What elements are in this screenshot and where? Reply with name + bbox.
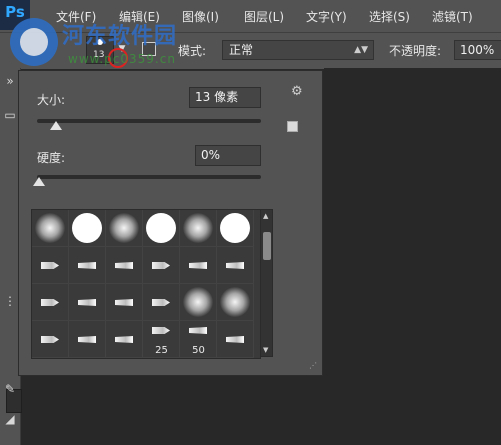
menu-type[interactable]: 文字(Y) — [306, 0, 347, 32]
scroll-thumb[interactable] — [263, 232, 271, 260]
bristle-brush-icon — [115, 336, 133, 343]
brush-preset-item[interactable] — [217, 210, 254, 247]
soft-round-brush-icon — [220, 287, 250, 317]
bristle-brush-icon — [78, 336, 96, 343]
tool-icon[interactable]: ⋮ — [3, 294, 17, 308]
menu-filter[interactable]: 滤镜(T) — [432, 0, 473, 32]
menu-image[interactable]: 图像(I) — [182, 0, 219, 32]
brush-preset-item[interactable] — [106, 210, 143, 247]
hard-round-brush-icon — [146, 213, 176, 243]
brush-preset-item[interactable] — [69, 284, 106, 321]
brush-preset-item[interactable] — [106, 247, 143, 284]
brush-preset-item[interactable] — [69, 321, 106, 358]
brush-preset-item[interactable] — [143, 247, 180, 284]
mode-select[interactable]: 正常 ▲▼ — [222, 40, 374, 60]
menu-layer[interactable]: 图层(L) — [244, 0, 284, 32]
bristle-brush-icon — [41, 262, 59, 269]
bristle-brush-icon — [189, 262, 207, 269]
gear-icon[interactable]: ⚙ — [291, 85, 305, 99]
bristle-brush-icon — [226, 336, 244, 343]
preset-size-label: 50 — [192, 345, 205, 356]
opacity-label: 不透明度: — [389, 44, 442, 58]
bristle-brush-icon — [226, 262, 244, 269]
brush-preset-item[interactable] — [32, 284, 69, 321]
soft-round-brush-icon — [183, 213, 213, 243]
size-field[interactable]: 13 像素 — [189, 87, 261, 108]
scroll-down-icon[interactable]: ▼ — [263, 346, 268, 354]
history-brush-icon[interactable]: ✎ — [3, 382, 17, 396]
brush-preset-item[interactable] — [143, 210, 180, 247]
brush-preset-item[interactable] — [69, 247, 106, 284]
brush-preset-item[interactable] — [217, 321, 254, 358]
brush-preset-item[interactable] — [106, 321, 143, 358]
menu-bar: Ps 文件(F) 编辑(E) 图像(I) 图层(L) 文字(Y) 选择(S) 滤… — [0, 0, 501, 32]
mode-label: 模式: — [178, 44, 207, 58]
brush-preset-item[interactable] — [180, 284, 217, 321]
bristle-brush-icon — [189, 327, 207, 334]
bristle-brush-icon — [152, 299, 170, 306]
size-label: 大小: — [37, 93, 66, 107]
soft-round-brush-icon — [109, 213, 139, 243]
soft-round-brush-icon — [35, 213, 65, 243]
hardness-label: 硬度: — [37, 151, 66, 165]
bristle-brush-icon — [41, 336, 59, 343]
size-slider[interactable] — [37, 119, 261, 123]
hard-round-brush-icon — [220, 213, 250, 243]
brush-panel-icon[interactable] — [142, 42, 156, 56]
hardness-slider[interactable] — [37, 175, 261, 179]
hard-round-brush-icon — [72, 213, 102, 243]
bristle-brush-icon — [115, 299, 133, 306]
document-canvas[interactable] — [324, 68, 501, 445]
hardness-field[interactable]: 0% — [195, 145, 261, 166]
eraser-icon[interactable]: ◢ — [3, 412, 17, 426]
select-arrows-icon: ▲▼ — [354, 45, 368, 55]
highlight-circle — [108, 48, 128, 68]
opacity-field[interactable]: 100% — [454, 40, 501, 60]
resize-grip-icon[interactable]: ⋰ — [309, 361, 319, 371]
preset-scrollbar[interactable]: ▲ ▼ — [260, 209, 273, 357]
menu-edit[interactable]: 编辑(E) — [119, 0, 160, 32]
brush-preset-item[interactable] — [69, 210, 106, 247]
preset-size-label: 25 — [155, 345, 168, 356]
bristle-brush-icon — [152, 327, 170, 334]
brush-tip-dot — [97, 39, 103, 45]
brush-preset-picker: 大小: 13 像素 ⚙ 硬度: 0% 25 50 ▲ ▼ ⋰ — [18, 70, 323, 376]
brush-preset-grid: 25 50 — [31, 209, 261, 359]
bristle-brush-icon — [115, 262, 133, 269]
brush-preset-item[interactable] — [217, 247, 254, 284]
menu-select[interactable]: 选择(S) — [369, 0, 410, 32]
menu-file[interactable]: 文件(F) — [56, 0, 96, 32]
new-preset-icon[interactable] — [287, 121, 298, 132]
brush-preset-item[interactable] — [106, 284, 143, 321]
scroll-up-icon[interactable]: ▲ — [263, 212, 268, 220]
bristle-brush-icon — [41, 299, 59, 306]
brush-preset-item[interactable]: 25 — [143, 321, 180, 358]
brush-preset-item[interactable] — [32, 247, 69, 284]
hardness-slider-thumb[interactable] — [33, 177, 45, 186]
soft-round-brush-icon — [183, 287, 213, 317]
tool-icon[interactable]: ▭ — [3, 108, 17, 122]
brush-preset-item[interactable] — [32, 321, 69, 358]
bristle-brush-icon — [152, 262, 170, 269]
brush-preset-item[interactable] — [143, 284, 180, 321]
collapse-arrows-icon[interactable]: » — [3, 74, 17, 88]
bristle-brush-icon — [78, 262, 96, 269]
brush-preset-item[interactable] — [217, 284, 254, 321]
brush-preset-item[interactable] — [32, 210, 69, 247]
brush-preset-item[interactable] — [180, 210, 217, 247]
brush-preset-item[interactable]: 50 — [180, 321, 217, 358]
photoshop-logo: Ps — [0, 0, 30, 30]
brush-size-readout: 13 — [93, 50, 105, 60]
bristle-brush-icon — [78, 299, 96, 306]
size-slider-thumb[interactable] — [50, 121, 63, 130]
mode-value: 正常 — [229, 43, 254, 57]
brush-preset-item[interactable] — [180, 247, 217, 284]
